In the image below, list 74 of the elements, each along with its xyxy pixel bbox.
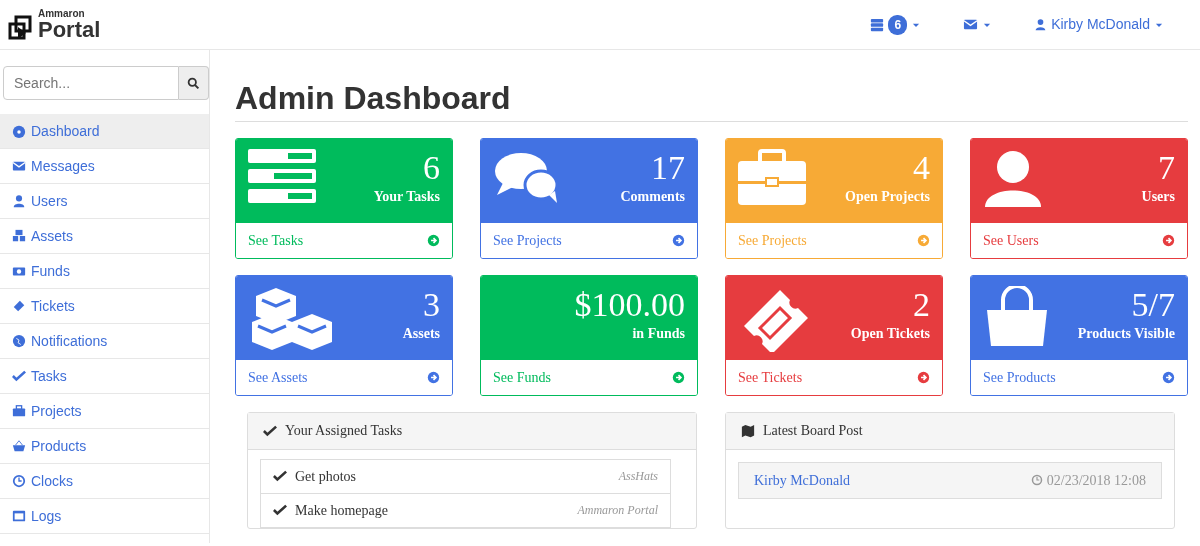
stat-value: 7	[1157, 148, 1175, 187]
gauge-icon	[12, 124, 26, 138]
panel-title: Your Assigned Tasks	[285, 422, 403, 441]
arrow-circle-icon	[427, 233, 440, 247]
arrow-circle-icon	[672, 370, 685, 384]
sidebar-item[interactable]: Dashboard	[0, 114, 209, 149]
check-icon	[12, 369, 26, 383]
search-button[interactable]	[179, 66, 209, 100]
sidebar-item[interactable]: Products	[0, 429, 209, 464]
check-icon	[273, 469, 287, 484]
arrow-circle-icon	[672, 233, 685, 247]
count-badge: 6	[888, 14, 908, 35]
search-field[interactable]: Search...	[3, 66, 179, 100]
arrow-circle-icon	[427, 370, 440, 384]
logo-icon	[8, 14, 34, 41]
tasks-dropdown[interactable]: 6	[870, 14, 922, 35]
arrow-circle-icon	[1162, 233, 1175, 247]
brand-subtitle: Ammaron	[38, 8, 86, 19]
page-title: Admin Dashboard	[235, 80, 1188, 122]
arrow-circle-icon	[917, 233, 930, 247]
stat-label: Users	[1141, 188, 1175, 207]
clock-icon	[12, 474, 26, 488]
check-icon	[273, 503, 287, 518]
post-date: 02/23/2018 12:08	[1046, 471, 1146, 490]
stat-value: 2	[912, 285, 930, 324]
window-icon	[12, 509, 26, 523]
brand-title: Portal	[38, 18, 101, 41]
user-dropdown[interactable]: Kirby McDonald	[1034, 14, 1164, 35]
stat-value: 3	[422, 285, 440, 324]
stat-value: 5/7	[1130, 285, 1175, 324]
task-row[interactable]: Get photos AssHats	[260, 458, 671, 494]
check-icon	[263, 423, 277, 438]
basket-icon	[12, 439, 26, 453]
tasks-icon	[870, 17, 885, 32]
user-icon	[1034, 18, 1048, 31]
clock-icon	[1030, 474, 1043, 487]
sidebar-item[interactable]: Logs	[0, 499, 209, 534]
task-name: Make homepage	[295, 501, 388, 520]
sidebar-item[interactable]: Funds	[0, 254, 209, 289]
arrow-circle-icon	[917, 370, 930, 384]
project-name: Ammaron Portal	[577, 502, 658, 520]
stat-label: Your Tasks	[373, 188, 440, 207]
stat-label: Open Tickets	[850, 325, 930, 344]
stat-label: Comments	[620, 188, 685, 207]
envelope-icon	[963, 17, 979, 32]
arrow-circle-icon	[1162, 370, 1175, 384]
cubes-icon	[12, 229, 26, 243]
sidebar-item[interactable]: Projects	[0, 394, 209, 429]
sidebar-item[interactable]: Tasks	[0, 359, 209, 394]
map-icon	[741, 423, 755, 438]
stat-value: 17	[650, 148, 685, 187]
sidebar-item[interactable]: Messages	[0, 149, 209, 184]
user-icon	[12, 194, 26, 208]
stat-label: Products Visible	[1077, 325, 1175, 344]
task-row[interactable]: Make homepage Ammaron Portal	[260, 492, 671, 528]
envelope-icon	[12, 159, 26, 173]
user-name: Kirby McDonald	[1051, 15, 1150, 34]
sidebar-item[interactable]: Notifications	[0, 324, 209, 359]
search-icon	[187, 76, 200, 90]
panel-title: Latest Board Post	[763, 422, 863, 441]
stat-label: Assets	[402, 325, 440, 344]
stat-value: 6	[422, 148, 440, 187]
sidebar-item[interactable]: Users	[0, 184, 209, 219]
sidebar-item[interactable]: Clocks	[0, 464, 209, 499]
sidebar-item[interactable]: Assets	[0, 219, 209, 254]
stat-value: $100.00	[574, 285, 685, 324]
project-name: AssHats	[618, 468, 658, 486]
briefcase-icon	[12, 404, 26, 418]
stat-value: 4	[912, 148, 930, 187]
sidebar-item[interactable]: Tickets	[0, 289, 209, 324]
stat-label: in Funds	[631, 325, 685, 344]
author-link[interactable]: Kirby McDonald	[754, 469, 851, 491]
stat-label: Open Projects	[845, 188, 930, 207]
task-name: Get photos	[295, 467, 357, 486]
